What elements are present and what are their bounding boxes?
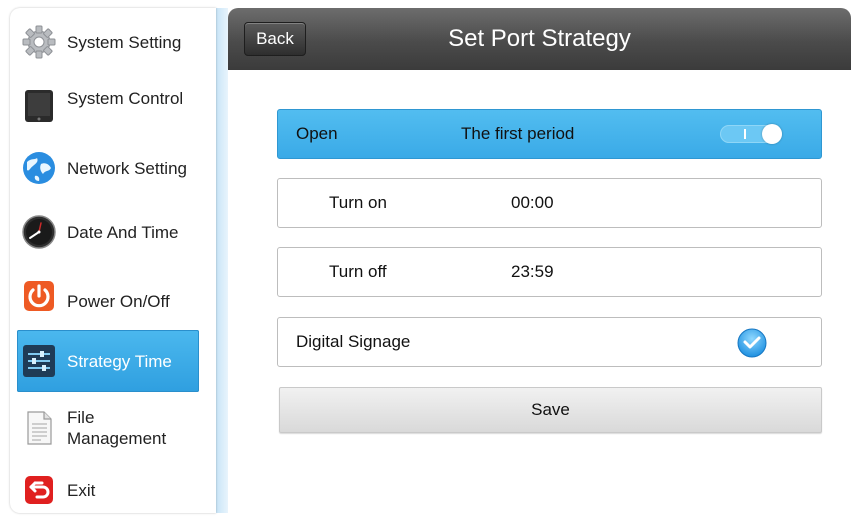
save-button[interactable]: Save bbox=[279, 387, 822, 433]
sidebar-item-system-control[interactable]: System Control bbox=[17, 86, 199, 126]
sidebar-item-exit[interactable]: Exit bbox=[17, 470, 199, 510]
sidebar-item-date-and-time[interactable]: Date And Time bbox=[17, 212, 199, 252]
exit-icon bbox=[25, 476, 53, 504]
sidebar: System Setting System Control Network Se… bbox=[10, 8, 216, 513]
sidebar-item-system-setting[interactable]: System Setting bbox=[17, 22, 199, 62]
main-panel: Back Set Port Strategy Open The first pe… bbox=[228, 8, 851, 513]
power-icon bbox=[24, 281, 54, 311]
gear-icon bbox=[22, 25, 56, 59]
turn-off-label: Turn off bbox=[329, 262, 387, 281]
toggle-knob bbox=[762, 124, 782, 144]
sidebar-item-label: System Control bbox=[67, 88, 184, 108]
sidebar-item-label: Exit bbox=[67, 480, 96, 500]
digital-signage-row[interactable]: Digital Signage bbox=[277, 317, 822, 367]
sidebar-item-label: System Setting bbox=[67, 32, 182, 52]
sidebar-item-file-management[interactable]: File Management bbox=[17, 402, 199, 454]
sidebar-item-strategy-time[interactable]: Strategy Time bbox=[17, 330, 199, 392]
digital-signage-label: Digital Signage bbox=[296, 332, 411, 351]
sidebar-item-label: Strategy Time bbox=[67, 351, 172, 371]
title-bar: Back Set Port Strategy bbox=[228, 8, 851, 70]
sidebar-item-label: Power On/Off bbox=[67, 291, 170, 311]
sidebar-pointer bbox=[196, 252, 208, 284]
turn-on-row[interactable]: Turn on 00:00 bbox=[277, 178, 822, 228]
sidebar-item-network-setting[interactable]: Network Setting bbox=[17, 148, 199, 188]
checkmark-icon[interactable] bbox=[737, 328, 767, 358]
turn-off-time: 23:59 bbox=[511, 262, 554, 281]
toggle-on-mark bbox=[744, 129, 746, 139]
sidebar-item-label-line2: Management bbox=[67, 429, 167, 448]
tablet-icon bbox=[25, 90, 53, 122]
document-icon bbox=[27, 411, 52, 445]
back-button[interactable]: Back bbox=[244, 22, 306, 56]
sidebar-item-label: File Management bbox=[67, 407, 166, 449]
clock-icon bbox=[22, 215, 56, 249]
globe-icon bbox=[23, 152, 55, 184]
sliders-icon bbox=[23, 345, 55, 377]
turn-off-row[interactable]: Turn off 23:59 bbox=[277, 247, 822, 297]
sidebar-item-power-on-off[interactable]: Power On/Off bbox=[17, 276, 199, 316]
turn-on-label: Turn on bbox=[329, 193, 387, 212]
turn-on-time: 00:00 bbox=[511, 193, 554, 212]
period-row[interactable]: Open The first period bbox=[277, 109, 822, 159]
period-status: Open bbox=[296, 124, 338, 143]
page-title: Set Port Strategy bbox=[448, 25, 631, 52]
period-toggle[interactable] bbox=[720, 124, 782, 144]
period-title: The first period bbox=[461, 124, 575, 143]
sidebar-item-label: Network Setting bbox=[67, 158, 187, 178]
sidebar-item-label: Date And Time bbox=[67, 222, 179, 242]
sidebar-item-label-line1: File bbox=[67, 408, 95, 427]
